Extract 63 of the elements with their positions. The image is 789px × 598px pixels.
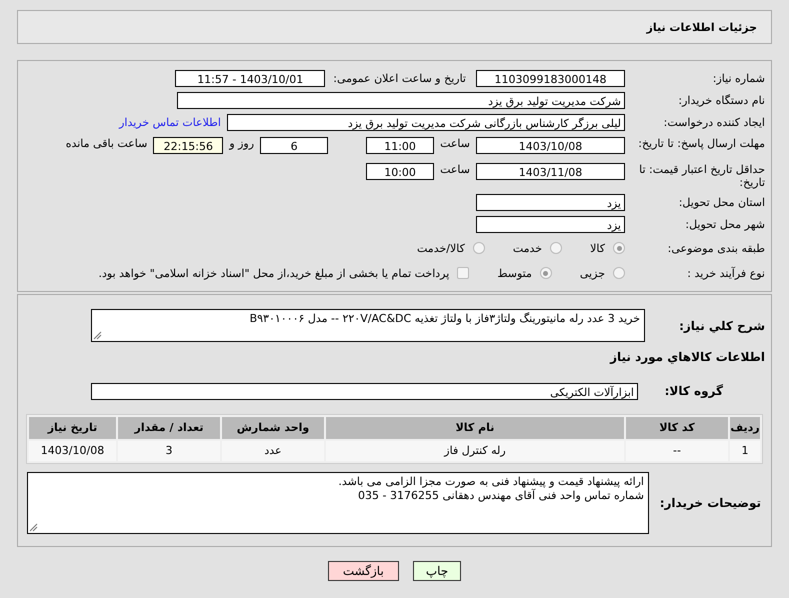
field-label: طبقه بندی موضوعی:	[666, 242, 765, 254]
page-title: جزئیات اطلاعات نیاز	[646, 20, 757, 34]
radio-button[interactable]	[472, 242, 485, 254]
days-label: روز و	[229, 137, 254, 150]
field-label: تاریخ و ساعت اعلان عمومی:	[333, 72, 466, 84]
field-label: استان محل تحویل:	[678, 196, 765, 208]
table-cell: --	[626, 441, 728, 461]
buyer-org-field: شرکت مدیریت تولید برق یزد	[177, 92, 625, 108]
resize-grip-icon[interactable]	[29, 523, 38, 532]
field-label: نوع فرآیند خرید :	[686, 266, 765, 280]
city-field: یزد	[476, 216, 625, 232]
field-label: توضیحات خریدار:	[658, 496, 762, 510]
need-number-field: 1103099183000148	[476, 70, 625, 86]
date-field: 1403/10/08	[476, 137, 625, 154]
time-label: ساعت	[440, 137, 470, 150]
remaining-label: ساعت باقی مانده	[66, 137, 148, 150]
column-header: ردیف	[730, 417, 760, 439]
checkbox-label: پرداخت تمام یا بخشی از مبلغ خرید،از محل "اسناد خزانه اسلامی" خواهد بود.	[98, 266, 450, 280]
table-cell: 1403/10/08	[29, 441, 116, 461]
announce-date-field: 1403/10/01 - 11:57	[175, 70, 326, 86]
field-label: شرح کلي نياز:	[678, 318, 765, 332]
column-header: نام کالا	[326, 417, 624, 439]
field-label: مهلت ارسال پاسخ: تا تاریخ:	[637, 137, 765, 150]
table-cell: 3	[118, 441, 220, 461]
back-button[interactable]: بازگشت	[328, 561, 399, 581]
field-label: نام دستگاه خریدار:	[677, 94, 765, 106]
column-header: کد کالا	[626, 417, 728, 439]
field-label: ایجاد کننده درخواست:	[662, 116, 765, 128]
contact-link[interactable]: اطلاعات تماس خریدار	[119, 116, 221, 128]
time-field: 10:00	[366, 163, 434, 180]
radio-button[interactable]	[613, 242, 625, 254]
date-field: 1403/11/08	[476, 163, 625, 180]
resize-grip-icon[interactable]	[93, 331, 102, 340]
radio-label: جزیی	[580, 266, 605, 280]
radio-label: خدمت	[512, 242, 542, 254]
field-label: گروه کالا:	[664, 384, 724, 398]
column-header: تعداد / مقدار	[118, 417, 220, 439]
radio-label: کالا/خدمت	[417, 242, 465, 254]
table-cell: رله کنترل فاز	[326, 441, 624, 461]
province-field: یزد	[476, 194, 625, 210]
remaining-time-field: 22:15:56	[153, 137, 224, 154]
radio-label: کالا	[590, 242, 605, 254]
column-header: واحد شمارش	[222, 417, 324, 439]
section-heading: اطلاعات کالاهاي مورد نياز	[610, 350, 765, 364]
radio-button[interactable]	[540, 267, 552, 279]
radio-label: متوسط	[497, 266, 532, 280]
checkbox[interactable]	[457, 267, 470, 279]
field-label: حداقل تاریخ اعتبار قیمت: تا تاریخ:	[638, 163, 765, 189]
description-field: خرید 3 عدد رله مانیتورینگ ولتاژ۳فاز با ولتاژ تغذیه ۲۲۰V/AC&DC -- مدل B۹۳۰۱۰۰۰۶	[91, 309, 645, 342]
field-label: شماره نیاز:	[712, 72, 765, 84]
print-button[interactable]: چاپ	[412, 561, 462, 581]
time-label: ساعت	[440, 163, 470, 176]
requester-field: لیلی برزگر کارشناس بازرگانی شرکت مدیریت تولید برق یزد	[227, 114, 625, 130]
table-cell: 1	[730, 441, 760, 461]
radio-button[interactable]	[550, 242, 562, 254]
goods-group-field: ابزارآلات الکتریکی	[91, 382, 638, 400]
days-field: 6	[260, 137, 328, 154]
time-field: 11:00	[366, 137, 434, 154]
table-cell: عدد	[222, 441, 324, 461]
radio-button[interactable]	[613, 267, 625, 279]
column-header: تاریخ نیاز	[29, 417, 116, 439]
field-label: شهر محل تحویل:	[684, 218, 765, 230]
buyer-notes-field: ارائه پیشنهاد قیمت و پیشنهاد فنی به صورت مجزا الزامی می باشد. شماره تماس واحد فنی آقای مهندس دهقانی 3176255 - 035	[27, 472, 649, 534]
